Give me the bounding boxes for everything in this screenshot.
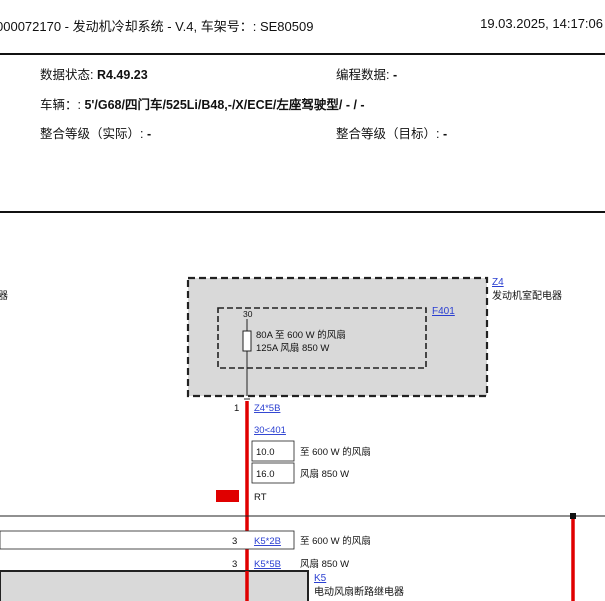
- programming-data: 编程数据: -: [336, 64, 397, 83]
- k5-connector-row-1: [0, 530, 295, 550]
- data-status: 数据状态: R4.49.23: [40, 64, 148, 83]
- z4-link[interactable]: Z4: [492, 277, 504, 288]
- gauge-value-2: 16.0: [256, 469, 275, 480]
- vehicle-value: 5'/G68/四门车/525Li/B48,-/X/ECE/左座驾驶型/ - / …: [84, 98, 365, 112]
- integration-actual-value: -: [146, 127, 152, 141]
- gauge-desc-2: 风扇 850 W: [300, 468, 349, 480]
- z4-connector-link[interactable]: Z4*5B: [254, 403, 280, 414]
- gauge-value-1: 10.0: [256, 447, 275, 458]
- k5-link[interactable]: K5: [314, 573, 327, 584]
- wiring-diagram: 器 Z4 发动机室配电器 F401 30 80A 至 600 W 的风扇 125…: [0, 276, 605, 601]
- wire-ref-link[interactable]: 30<401: [254, 425, 286, 436]
- k5-name: 电动风扇断路继电器: [314, 585, 404, 598]
- f401-link[interactable]: F401: [432, 306, 455, 317]
- right-junction-dot: [570, 513, 576, 519]
- z4-pin-number: 1: [234, 403, 239, 414]
- integration-target-value: -: [442, 127, 448, 141]
- wire-color-swatch: [216, 490, 239, 502]
- k5a-pin-number: 3: [232, 536, 237, 547]
- data-status-label: 数据状态:: [40, 68, 94, 82]
- programming-label: 编程数据:: [336, 68, 390, 82]
- k5b-pin-number: 3: [232, 559, 237, 570]
- data-status-value: R4.49.23: [96, 68, 148, 82]
- integration-actual-label: 整合等级（实际）:: [40, 127, 144, 141]
- vehicle-label: 车辆：:: [40, 98, 81, 112]
- k5a-desc: 至 600 W 的风扇: [300, 535, 371, 547]
- z4-name: 发动机室配电器: [492, 289, 562, 302]
- fuse-pin-label: 30: [243, 309, 253, 319]
- left-cut-label: 器: [0, 290, 8, 302]
- integration-target-label: 整合等级（目标）:: [336, 127, 440, 141]
- fuse-rating-2: 125A 风扇 850 W: [256, 342, 329, 354]
- k5a-connector-link[interactable]: K5*2B: [254, 536, 281, 547]
- vehicle-line: 车辆：: 5'/G68/四门车/525Li/B48,-/X/ECE/左座驾驶型/…: [40, 94, 365, 113]
- k5b-connector-link[interactable]: K5*5B: [254, 559, 281, 570]
- fuse-icon: [242, 330, 252, 352]
- programming-value: -: [392, 68, 398, 82]
- k5-box: [0, 570, 309, 601]
- gauge-desc-1: 至 600 W 的风扇: [300, 446, 371, 458]
- document-title: 000072170 - 发动机冷却系统 - V.4, 车架号：: SE80509: [0, 19, 314, 34]
- document-datetime: 19.03.2025, 14:17:06: [480, 16, 603, 31]
- header-divider: [0, 53, 605, 55]
- fuse-rating-1: 80A 至 600 W 的风扇: [256, 329, 346, 341]
- k5b-desc: 风扇 850 W: [300, 558, 349, 570]
- integration-target: 整合等级（目标）: -: [336, 123, 447, 142]
- integration-actual: 整合等级（实际）: -: [40, 123, 151, 142]
- wire-color-code: RT: [254, 492, 267, 503]
